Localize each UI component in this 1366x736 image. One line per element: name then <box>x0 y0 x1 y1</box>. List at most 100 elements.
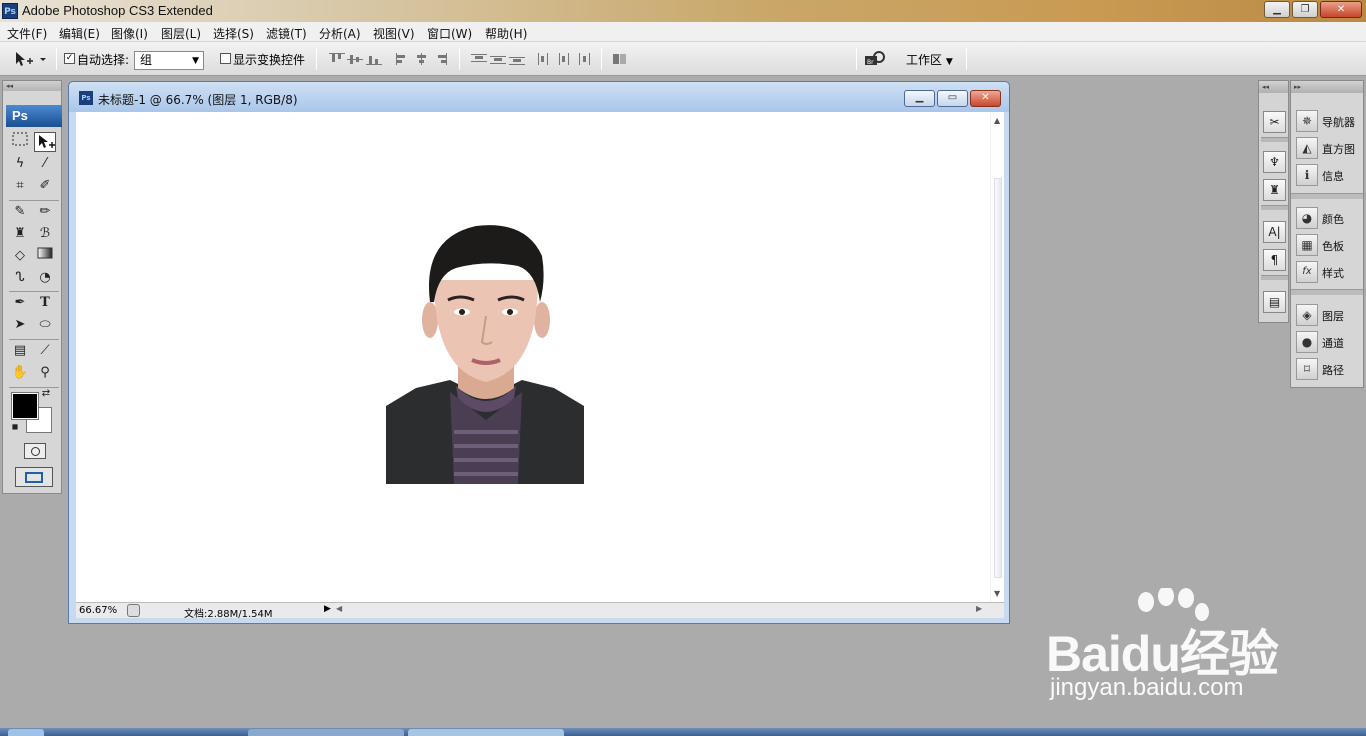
info-panel-tab[interactable]: ℹ 信息 <box>1294 163 1362 187</box>
document-close-button[interactable]: ✕ <box>970 90 1001 107</box>
clone-source-icon[interactable]: ♜ <box>1263 179 1286 201</box>
dodge-tool-icon[interactable]: ◔ <box>34 268 56 288</box>
default-colors-icon[interactable]: ◼ <box>9 421 21 433</box>
align-left-icon[interactable] <box>395 53 411 65</box>
panel-collapse-handle[interactable]: ◂◂ <box>3 81 61 91</box>
path-selection-tool-icon[interactable]: ➤ <box>9 315 31 335</box>
quick-mask-button[interactable] <box>24 443 46 459</box>
move-tool-icon[interactable] <box>34 132 56 152</box>
align-right-icon[interactable] <box>433 53 449 65</box>
brush-tool-icon[interactable]: ✏ <box>34 202 56 222</box>
foreground-color-swatch[interactable] <box>11 392 39 420</box>
healing-brush-tool-icon[interactable]: ✎ <box>9 202 31 222</box>
scroll-down-icon[interactable]: ▼ <box>994 589 1000 598</box>
status-menu-arrow-icon[interactable]: ▶ <box>324 604 331 614</box>
document-minimize-button[interactable]: ▁ <box>904 90 935 107</box>
document-titlebar[interactable]: Ps 未标题-1 @ 66.7% (图层 1, RGB/8) ▁ ▭ ✕ <box>69 82 1009 112</box>
menu-help[interactable]: 帮助(H) <box>485 25 527 42</box>
align-top-icon[interactable] <box>329 53 345 65</box>
paths-panel-tab[interactable]: ⌑ 路径 <box>1294 357 1362 381</box>
document-restore-button[interactable]: ▭ <box>937 90 968 107</box>
document-canvas[interactable] <box>76 112 990 602</box>
distribute-vertical-center-icon[interactable] <box>490 53 506 65</box>
tool-presets-icon[interactable]: ✂ <box>1263 111 1286 133</box>
menu-file[interactable]: 文件(F) <box>7 25 47 42</box>
workspace-menu-button[interactable]: 工作区 ▼ <box>906 51 953 68</box>
brushes-icon[interactable]: ♆ <box>1263 151 1286 173</box>
show-transform-checkbox[interactable] <box>220 53 231 64</box>
scroll-left-icon[interactable]: ◀ <box>336 604 342 613</box>
menu-edit[interactable]: 编辑(E) <box>59 25 100 42</box>
eyedropper-tool-icon[interactable]: ⟋ <box>34 341 56 361</box>
maximize-button[interactable]: ❐ <box>1292 1 1318 18</box>
pen-tool-icon[interactable]: ✒ <box>9 293 31 313</box>
workspace-label: 工作区 <box>906 53 943 67</box>
windows-taskbar <box>0 728 1366 736</box>
auto-select-target-dropdown[interactable]: 组 ▼ <box>134 51 204 70</box>
slice-tool-icon[interactable]: ✐ <box>34 176 56 196</box>
move-tool-preset-picker[interactable] <box>10 48 52 70</box>
zoom-tool-icon[interactable]: ⚲ <box>34 363 56 383</box>
bridge-icon[interactable]: Br <box>864 51 886 67</box>
taskbar-item[interactable] <box>248 729 404 736</box>
crop-tool-icon[interactable]: ⌗ <box>9 176 31 196</box>
navigator-panel-tab[interactable]: ✵ 导航器 <box>1294 109 1362 133</box>
lasso-tool-icon[interactable]: ϟ <box>9 154 31 174</box>
character-icon[interactable]: A| <box>1263 221 1286 243</box>
align-bottom-icon[interactable] <box>366 53 382 65</box>
paragraph-icon[interactable]: ¶ <box>1263 249 1286 271</box>
distribute-bottom-icon[interactable] <box>509 53 525 65</box>
minimize-button[interactable]: ▁ <box>1264 1 1290 18</box>
taskbar-item[interactable] <box>408 729 564 736</box>
navigator-icon: ✵ <box>1296 110 1318 132</box>
close-button[interactable]: ✕ <box>1320 1 1362 18</box>
styles-panel-tab[interactable]: fx 样式 <box>1294 260 1362 284</box>
panel-label: 颜色 <box>1322 213 1344 226</box>
menu-layer[interactable]: 图层(L) <box>161 25 201 42</box>
distribute-top-icon[interactable] <box>471 53 487 65</box>
distribute-left-icon[interactable] <box>537 53 553 65</box>
magic-wand-tool-icon[interactable]: ⁄ <box>34 154 56 174</box>
align-horizontal-center-icon[interactable] <box>414 53 430 65</box>
channels-panel-tab[interactable]: ● 通道 <box>1294 330 1362 354</box>
histogram-panel-tab[interactable]: ◭ 直方图 <box>1294 136 1362 160</box>
screen-mode-button[interactable] <box>15 467 53 487</box>
panel-collapse-handle[interactable]: ▸▸ <box>1291 81 1363 93</box>
layer-comps-icon[interactable]: ▤ <box>1263 291 1286 313</box>
notes-tool-icon[interactable]: ▤ <box>9 341 31 361</box>
distribute-horizontal-center-icon[interactable] <box>556 53 572 65</box>
clone-stamp-tool-icon[interactable]: ♜ <box>9 224 31 244</box>
auto-select-checkbox[interactable]: ✓ <box>64 53 75 64</box>
scroll-up-icon[interactable]: ▲ <box>994 116 1000 125</box>
auto-select-target-value: 组 <box>140 53 153 67</box>
history-brush-tool-icon[interactable]: ℬ <box>34 224 56 244</box>
swatches-panel-tab[interactable]: ▦ 色板 <box>1294 233 1362 257</box>
blur-tool-icon[interactable]: ᔐ <box>9 268 31 288</box>
color-panel-tab[interactable]: ◕ 颜色 <box>1294 206 1362 230</box>
eraser-tool-icon[interactable]: ◇ <box>9 246 31 266</box>
hand-tool-icon[interactable]: ✋ <box>9 363 31 383</box>
type-tool-icon[interactable]: T <box>34 293 56 313</box>
menu-image[interactable]: 图像(I) <box>111 25 148 42</box>
start-button[interactable] <box>8 729 44 736</box>
zoom-level[interactable]: 66.67% <box>79 605 117 616</box>
swap-colors-icon[interactable]: ⇄ <box>39 387 53 401</box>
ellipse-tool-icon[interactable]: ⬭ <box>34 315 56 335</box>
scrollbar-thumb[interactable] <box>994 178 1002 578</box>
distribute-right-icon[interactable] <box>575 53 591 65</box>
panel-label: 信息 <box>1322 170 1344 183</box>
menu-select[interactable]: 选择(S) <box>213 25 254 42</box>
auto-align-layers-icon[interactable] <box>612 53 628 65</box>
menu-window[interactable]: 窗口(W) <box>427 25 472 42</box>
marquee-tool-icon[interactable] <box>9 132 31 152</box>
gradient-tool-icon[interactable] <box>34 246 56 266</box>
vertical-scrollbar[interactable]: ▲ ▼ <box>990 112 1004 602</box>
menu-filter[interactable]: 滤镜(T) <box>266 25 307 42</box>
status-info-icon[interactable] <box>127 604 140 617</box>
layers-panel-tab[interactable]: ◈ 图层 <box>1294 303 1362 327</box>
align-vertical-center-icon[interactable] <box>347 53 363 65</box>
panel-expand-handle[interactable]: ◂◂ <box>1259 81 1288 93</box>
scroll-right-icon[interactable]: ▶ <box>976 604 982 613</box>
menu-view[interactable]: 视图(V) <box>373 25 415 42</box>
menu-analysis[interactable]: 分析(A) <box>319 25 361 42</box>
